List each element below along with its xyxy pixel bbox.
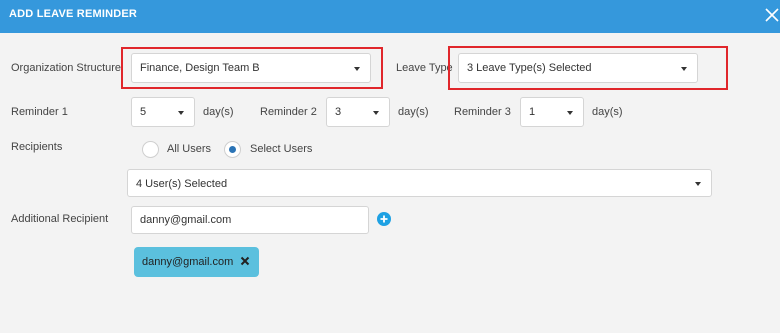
reminder-2-unit: day(s) [398, 106, 429, 118]
org-structure-label: Organization Structure [11, 62, 122, 74]
reminder-3-value: 1 [529, 106, 536, 118]
reminder-3-unit: day(s) [592, 106, 623, 118]
org-structure-value: Finance, Design Team B [140, 62, 260, 74]
chevron-down-icon [695, 182, 701, 186]
reminder-1-unit: day(s) [203, 106, 234, 118]
chevron-down-icon [681, 67, 687, 71]
chevron-down-icon [567, 111, 573, 115]
chevron-down-icon [354, 67, 360, 71]
reminder-2-label: Reminder 2 [260, 106, 317, 118]
recipients-label: Recipients [11, 141, 63, 153]
radio-all-users[interactable] [142, 141, 159, 158]
chevron-down-icon [373, 111, 379, 115]
recipient-tag: danny@gmail.com [134, 247, 259, 277]
reminder-2-value: 3 [335, 106, 342, 118]
radio-all-users-label[interactable]: All Users [167, 143, 211, 155]
reminder-3-select[interactable]: 1 [520, 97, 584, 127]
radio-select-users[interactable] [224, 141, 241, 158]
leave-type-value: 3 Leave Type(s) Selected [467, 62, 592, 74]
leave-type-label: Leave Type [396, 62, 453, 74]
close-icon[interactable] [240, 256, 250, 266]
reminder-1-value: 5 [140, 106, 147, 118]
recipient-tag-label: danny@gmail.com [142, 256, 234, 268]
additional-recipient-label: Additional Recipient [11, 213, 109, 225]
users-select-value: 4 User(s) Selected [136, 178, 228, 190]
plus-circle-icon[interactable] [377, 212, 391, 226]
chevron-down-icon [178, 111, 184, 115]
additional-recipient-input[interactable]: danny@gmail.com [131, 206, 369, 234]
reminder-1-label: Reminder 1 [11, 106, 68, 118]
users-select[interactable]: 4 User(s) Selected [127, 169, 712, 197]
reminder-3-label: Reminder 3 [454, 106, 511, 118]
close-icon[interactable] [762, 5, 780, 25]
reminder-2-select[interactable]: 3 [326, 97, 390, 127]
org-structure-select[interactable]: Finance, Design Team B [131, 53, 371, 83]
dialog-title: ADD LEAVE REMINDER [9, 8, 138, 20]
radio-select-users-label[interactable]: Select Users [250, 143, 312, 155]
reminder-1-select[interactable]: 5 [131, 97, 195, 127]
dialog-header: ADD LEAVE REMINDER [0, 0, 780, 33]
leave-type-select[interactable]: 3 Leave Type(s) Selected [458, 53, 698, 83]
